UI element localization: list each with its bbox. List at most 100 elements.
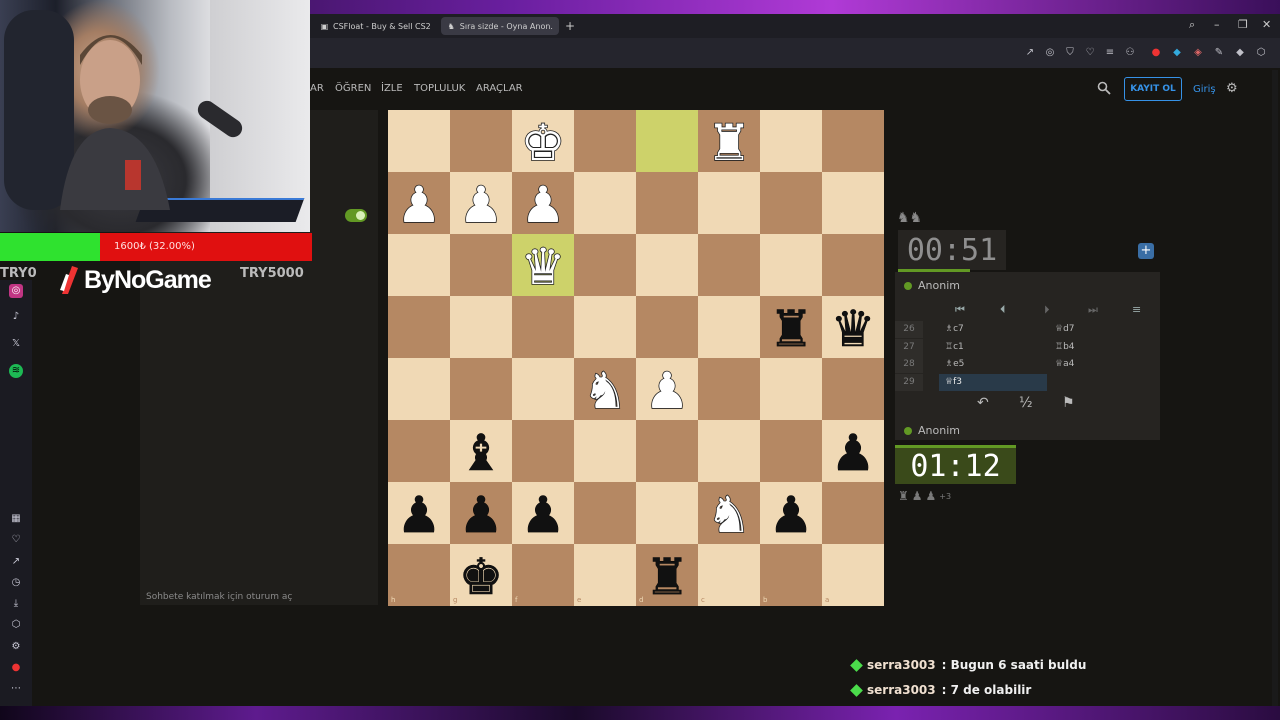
nav-learn[interactable]: ÖĞREN xyxy=(335,83,371,94)
board-square[interactable] xyxy=(388,420,450,482)
black-pawn-icon[interactable]: ♟ xyxy=(450,482,512,544)
board-square[interactable] xyxy=(822,234,884,296)
chess-board[interactable]: 1 2 3 4 5 6 7 8 h g f e d c b a ♚ ♜ ♟ ♟ ♟ ♛ ♜ ♛ ♞ ♟ ♝ ♟ ♟ ♟ ♟ ♞ ♟ ♚ ♜ xyxy=(388,110,884,606)
board-square[interactable] xyxy=(822,482,884,544)
board-square[interactable] xyxy=(512,296,574,358)
box-icon[interactable]: ⬡ xyxy=(9,618,23,632)
board-square[interactable] xyxy=(574,110,636,172)
chart-icon[interactable]: ↗ xyxy=(9,555,23,569)
board-square[interactable] xyxy=(636,172,698,234)
board-square[interactable] xyxy=(822,544,884,606)
white-move[interactable]: ♗e5 xyxy=(939,356,1047,373)
board-square[interactable] xyxy=(698,358,760,420)
takeback-icon[interactable]: ↶ xyxy=(977,395,989,411)
board-square[interactable] xyxy=(574,544,636,606)
board-square[interactable] xyxy=(760,110,822,172)
heart-icon[interactable]: ♡ xyxy=(9,533,23,547)
board-square[interactable] xyxy=(636,420,698,482)
board-square[interactable] xyxy=(512,358,574,420)
board-square[interactable] xyxy=(450,234,512,296)
board-square[interactable] xyxy=(574,172,636,234)
extension-icon[interactable]: ◆ xyxy=(1171,47,1183,59)
chat-login-hint[interactable]: Sohbete katılmak için oturum aç xyxy=(146,592,292,602)
white-knight-icon[interactable]: ♞ xyxy=(698,482,760,544)
shield-icon[interactable]: ⛉ xyxy=(1064,47,1076,59)
board-square[interactable] xyxy=(450,110,512,172)
board-square[interactable] xyxy=(574,234,636,296)
draw-offer-button[interactable]: ½ xyxy=(1019,395,1033,411)
white-king-icon[interactable]: ♚ xyxy=(512,110,574,172)
page-scrollbar[interactable] xyxy=(1272,70,1278,706)
white-move[interactable]: ♗c7 xyxy=(939,321,1047,338)
last-move-icon[interactable]: ⏭ xyxy=(1088,303,1098,317)
black-pawn-icon[interactable]: ♟ xyxy=(760,482,822,544)
resign-flag-icon[interactable]: ⚑ xyxy=(1062,395,1075,411)
box-icon[interactable]: ⬡ xyxy=(1255,47,1267,59)
board-square[interactable] xyxy=(450,358,512,420)
tab-lichess[interactable]: ♞ Sıra sizde - Oyna Anon. xyxy=(440,17,559,35)
board-square[interactable] xyxy=(760,172,822,234)
screenshot-icon[interactable]: ◎ xyxy=(1044,47,1056,59)
heart-icon[interactable]: ♡ xyxy=(1084,47,1096,59)
white-rook-icon[interactable]: ♜ xyxy=(698,110,760,172)
black-move[interactable]: ♕a4 xyxy=(1049,356,1149,373)
black-move[interactable]: ♖b4 xyxy=(1049,339,1149,356)
spotify-icon[interactable]: ≋ xyxy=(9,364,23,378)
board-square[interactable] xyxy=(574,482,636,544)
board-square[interactable] xyxy=(512,420,574,482)
board-square[interactable] xyxy=(822,110,884,172)
white-pawn-icon[interactable]: ♟ xyxy=(636,358,698,420)
prev-move-icon[interactable]: ⏴ xyxy=(1000,303,1006,317)
pen-icon[interactable]: ✎ xyxy=(1213,47,1225,59)
next-move-icon[interactable]: ⏵ xyxy=(1044,303,1050,317)
black-move[interactable] xyxy=(1049,374,1149,391)
nav-watch[interactable]: İZLE xyxy=(381,83,403,94)
board-square[interactable] xyxy=(450,296,512,358)
white-move[interactable]: ♖c1 xyxy=(939,339,1047,356)
black-bishop-icon[interactable]: ♝ xyxy=(450,420,512,482)
nav-play[interactable]: AR xyxy=(310,83,324,94)
board-square[interactable] xyxy=(574,420,636,482)
white-pawn-icon[interactable]: ♟ xyxy=(450,172,512,234)
black-move[interactable]: ♕d7 xyxy=(1049,321,1149,338)
board-square[interactable] xyxy=(388,110,450,172)
minimize-icon[interactable]: – xyxy=(1214,18,1220,31)
browser-search-icon[interactable]: ⌕ xyxy=(1189,18,1195,32)
tab-csfloat[interactable]: ▣ CSFloat - Buy & Sell CS2 xyxy=(314,17,437,35)
login-link[interactable]: Giriş xyxy=(1193,84,1216,95)
first-move-icon[interactable]: ⏮ xyxy=(955,303,965,317)
more-icon[interactable]: ⋯ xyxy=(9,682,23,696)
history-icon[interactable]: ◷ xyxy=(9,576,23,590)
move-menu-icon[interactable]: ≡ xyxy=(1132,303,1141,316)
chat-toggle[interactable] xyxy=(345,209,367,222)
board-square[interactable] xyxy=(636,234,698,296)
board-square[interactable] xyxy=(760,544,822,606)
profile-icon[interactable]: ⚇ xyxy=(1124,47,1136,59)
board-square[interactable] xyxy=(388,296,450,358)
black-pawn-icon[interactable]: ♟ xyxy=(822,420,884,482)
share-icon[interactable]: ↗ xyxy=(1024,47,1036,59)
black-pawn-icon[interactable]: ♟ xyxy=(512,482,574,544)
board-square[interactable] xyxy=(698,172,760,234)
adblock-icon[interactable]: ● xyxy=(1150,47,1162,59)
board-square[interactable] xyxy=(698,296,760,358)
black-rook-icon[interactable]: ♜ xyxy=(636,544,698,606)
board-square[interactable] xyxy=(698,420,760,482)
board-square[interactable] xyxy=(636,296,698,358)
gear-icon[interactable]: ⚙ xyxy=(1226,81,1238,96)
extension-icon[interactable]: ◈ xyxy=(1192,47,1204,59)
board-square[interactable] xyxy=(388,544,450,606)
nav-tools[interactable]: ARAÇLAR xyxy=(476,83,523,94)
board-square[interactable] xyxy=(698,234,760,296)
tiktok-icon[interactable]: ♪ xyxy=(9,310,23,324)
menu-icon[interactable]: ≡ xyxy=(1104,47,1116,59)
restore-icon[interactable]: ❐ xyxy=(1238,18,1248,31)
board-square[interactable] xyxy=(636,110,698,172)
close-icon[interactable]: ✕ xyxy=(1262,18,1271,31)
board-square[interactable] xyxy=(822,358,884,420)
add-time-icon[interactable]: + xyxy=(1138,243,1154,259)
search-icon[interactable] xyxy=(1097,81,1111,95)
white-queen-icon[interactable]: ♛ xyxy=(512,234,574,296)
x-icon[interactable]: 𝕏 xyxy=(9,337,23,351)
white-move[interactable]: ♕f3 xyxy=(939,373,1047,391)
